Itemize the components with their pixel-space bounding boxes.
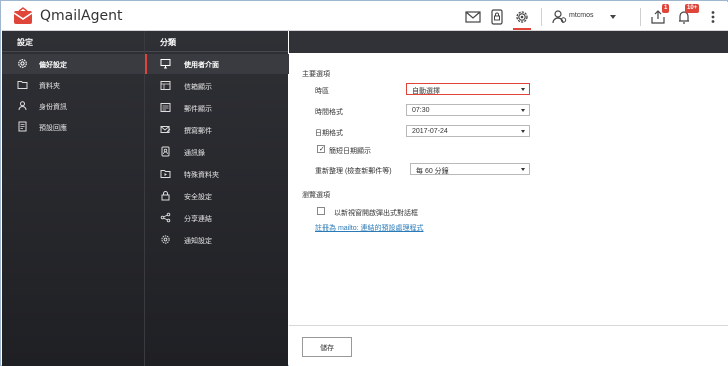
category-item-label: 郵件顯示 <box>184 106 212 113</box>
sidebar-item-identities[interactable]: 身份資訊 <box>2 96 144 116</box>
compose-icon <box>160 126 171 133</box>
content-header-bar <box>289 31 728 53</box>
settings-gear-icon[interactable] <box>513 8 531 26</box>
settings-sidebar: 設定 偏好設定 資料夾 身份資訊 預設回應 <box>2 31 144 366</box>
category-item-label: 撰寫郵件 <box>184 128 212 135</box>
checkmark-icon: ✓ <box>319 146 325 153</box>
notification-gear-icon <box>161 235 170 244</box>
date-format-select[interactable]: 2017-07-24 <box>406 125 530 137</box>
sidebar-item-label: 資料夾 <box>39 83 60 90</box>
refresh-select[interactable]: 每 60 分鐘 <box>410 163 530 175</box>
short-date-label: 簡短日期顯示 <box>329 148 371 155</box>
sidebar-item-folders[interactable]: 資料夾 <box>2 75 144 95</box>
category-item-user-interface[interactable]: 使用者介面 <box>145 54 289 74</box>
timezone-select[interactable]: 自動選擇 <box>406 83 530 95</box>
settings-content: 主要選項 時區 自動選擇 時間格式 07:30 日期格式 2017-07-24 … <box>289 53 728 366</box>
divider <box>541 8 542 26</box>
new-window-checkbox[interactable] <box>317 207 325 215</box>
user-icon[interactable] <box>550 8 568 26</box>
chevron-down-icon <box>521 168 525 171</box>
browser-options-title: 瀏覽選項 <box>302 192 330 199</box>
top-bar: QmailAgent mtcmos 1 10+ <box>2 2 728 31</box>
footer-divider <box>289 325 728 326</box>
category-item-label: 通知設定 <box>184 238 212 245</box>
time-format-value: 07:30 <box>412 107 430 114</box>
special-folder-icon <box>160 170 171 178</box>
category-sidebar: 分類 使用者介面 信箱顯示 郵件顯示 撰寫郵件 通訊錄 特殊資料夾 安全設定 分… <box>144 31 289 366</box>
mail-icon[interactable] <box>464 8 482 26</box>
notifications-badge: 10+ <box>685 4 700 13</box>
category-item-share-links[interactable]: 分享連結 <box>145 208 289 228</box>
category-item-label: 通訊錄 <box>184 150 205 157</box>
chevron-down-icon <box>521 109 525 112</box>
app-title: QmailAgent <box>40 8 123 24</box>
sidebar-item-responses[interactable]: 預設回應 <box>2 117 144 137</box>
message-view-icon <box>160 103 171 112</box>
mailto-handler-link[interactable]: 註冊為 mailto: 連結的預設處理程式 <box>315 223 424 233</box>
short-date-checkbox[interactable]: ✓ <box>317 145 325 153</box>
category-header: 分類 <box>145 31 288 52</box>
user-name[interactable]: mtcmos <box>569 12 594 19</box>
category-item-notifications[interactable]: 通知設定 <box>145 230 289 250</box>
refresh-label: 重新整理 (檢查新郵件等) <box>315 168 392 175</box>
divider <box>640 8 641 26</box>
folder-icon <box>17 81 28 89</box>
timezone-label: 時區 <box>315 88 329 95</box>
category-item-label: 安全設定 <box>184 194 212 201</box>
share-icon <box>160 212 171 223</box>
lock-icon[interactable] <box>488 8 506 26</box>
more-menu-icon[interactable] <box>704 8 722 26</box>
document-icon <box>18 121 27 132</box>
chevron-down-icon <box>521 130 525 133</box>
qmail-logo-icon <box>13 7 33 24</box>
monitor-icon <box>160 59 171 69</box>
category-item-address-book[interactable]: 通訊錄 <box>145 142 289 162</box>
category-item-mailbox-view[interactable]: 信箱顯示 <box>145 76 289 96</box>
category-item-label: 特殊資料夾 <box>184 172 219 179</box>
category-item-compose[interactable]: 撰寫郵件 <box>145 120 289 140</box>
active-settings-indicator <box>513 28 531 30</box>
sidebar-item-label: 身份資訊 <box>39 104 67 111</box>
sidebar-item-label: 偏好設定 <box>39 62 67 69</box>
sidebar-item-label: 預設回應 <box>39 125 67 132</box>
settings-header: 設定 <box>2 31 144 52</box>
active-indicator <box>145 54 147 74</box>
tasks-badge: 1 <box>662 4 670 13</box>
category-item-security[interactable]: 安全設定 <box>145 186 289 206</box>
identity-icon <box>18 101 27 111</box>
category-item-label: 使用者介面 <box>184 62 219 69</box>
refresh-value: 每 60 分鐘 <box>416 168 449 175</box>
time-format-label: 時間格式 <box>315 109 343 116</box>
save-button[interactable]: 儲存 <box>302 337 352 357</box>
mailbox-view-icon <box>160 81 171 90</box>
date-format-label: 日期格式 <box>315 130 343 137</box>
gear-icon <box>18 59 27 68</box>
timezone-value: 自動選擇 <box>412 88 440 95</box>
category-item-message-view[interactable]: 郵件顯示 <box>145 98 289 118</box>
time-format-select[interactable]: 07:30 <box>406 104 530 116</box>
category-item-special-folders[interactable]: 特殊資料夾 <box>145 164 289 184</box>
sidebar-item-preferences[interactable]: 偏好設定 <box>2 54 144 74</box>
date-format-value: 2017-07-24 <box>412 128 448 135</box>
address-book-icon <box>161 146 170 157</box>
user-dropdown-chevron-icon[interactable] <box>610 15 616 19</box>
lock-icon <box>161 191 170 201</box>
main-options-title: 主要選項 <box>302 71 330 78</box>
chevron-down-icon <box>521 88 525 91</box>
category-item-label: 分享連結 <box>184 216 212 223</box>
category-item-label: 信箱顯示 <box>184 84 212 91</box>
app-window: QmailAgent mtcmos 1 10+ 設定 偏好設定 資料夾 身份資訊… <box>0 0 728 366</box>
new-window-label: 以新視窗開啟彈出式對話框 <box>334 210 418 217</box>
